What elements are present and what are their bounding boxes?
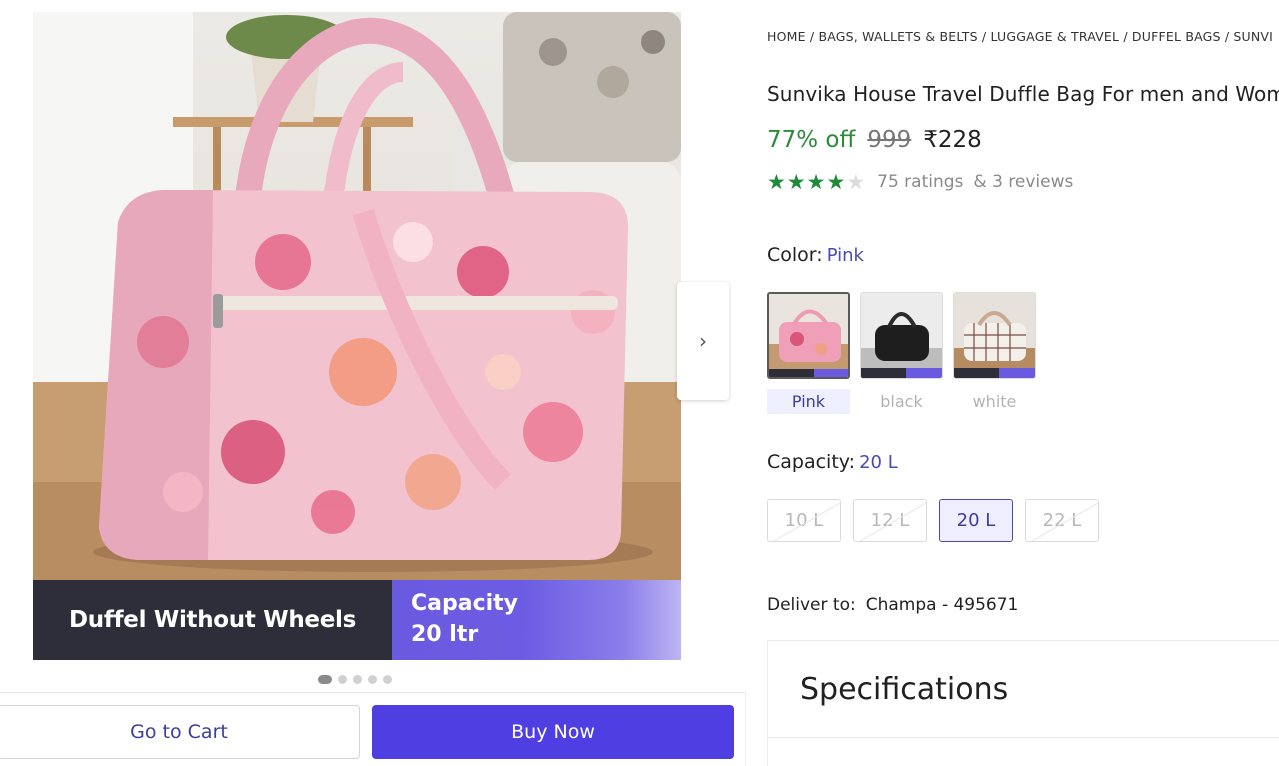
gallery-dot[interactable] [368,675,377,684]
reviews-count: & 3 reviews [973,172,1074,192]
action-bar: Go to Cart Buy Now [0,692,746,766]
deliver-label: Deliver to: [767,595,856,615]
star-filled-icon: ★ [786,170,806,194]
star-filled-icon: ★ [767,170,786,194]
capacity-label: Capacity: [767,451,856,473]
product-photo [33,12,681,580]
ratings-count: 75 ratings [877,172,964,192]
capacity-options: 10 L 12 L 20 L 22 L [767,499,1099,542]
original-price: 999 [867,127,912,153]
banner-type-label: Duffel Without Wheels [33,580,392,660]
color-swatch-black[interactable] [860,292,943,379]
delivery-location[interactable]: Deliver to: Champa - 495671 [767,595,1018,615]
star-empty-icon: ★ [846,170,866,194]
capacity-option[interactable]: 12 L [853,499,927,542]
next-image-button[interactable]: › [677,282,729,400]
delivery-pincode: Champa - 495671 [865,595,1019,615]
selected-capacity: 20 L [859,452,898,473]
color-option-label[interactable]: white [953,389,1036,414]
gallery-dot[interactable] [353,675,362,684]
color-label-row: Color: Pink [767,244,864,266]
selected-color: Pink [826,245,864,266]
color-swatch-labels: Pink black white [767,389,1036,414]
banner-capacity-title: Capacity [411,591,519,616]
gallery-dot[interactable] [383,675,392,684]
gallery-dot[interactable] [318,675,332,684]
color-option-label[interactable]: Pink [767,389,850,414]
capacity-option[interactable]: 22 L [1025,499,1099,542]
banner-capacity: Capacity 20 ltr [392,580,681,660]
gallery-dot[interactable] [338,675,347,684]
banner-capacity-value: 20 ltr [411,622,479,647]
discount-percent: 77% off [767,127,856,153]
color-swatches [767,292,1036,379]
capacity-option[interactable]: 20 L [939,499,1013,542]
color-label: Color: [767,244,823,266]
chevron-right-icon: › [699,329,707,353]
color-swatch-white[interactable] [953,292,1036,379]
capacity-option[interactable]: 10 L [767,499,841,542]
specifications-card: Specifications [767,640,1279,766]
star-filled-icon: ★ [806,170,826,194]
divider [768,737,1279,738]
star-rating: ★ ★ ★ ★ ★ [767,170,866,194]
selling-price: ₹228 [923,127,982,153]
gallery-dots [318,675,392,684]
image-banner: Duffel Without Wheels Capacity 20 ltr [33,580,681,660]
color-option-label[interactable]: black [860,389,943,414]
star-filled-icon: ★ [826,170,846,194]
product-title: Sunvika House Travel Duffle Bag For men … [767,82,1279,106]
rating-summary[interactable]: ★ ★ ★ ★ ★ 75 ratings & 3 reviews [767,170,1074,194]
capacity-label-row: Capacity: 20 L [767,451,898,473]
go-to-cart-button[interactable]: Go to Cart [0,705,360,759]
specifications-title: Specifications [800,672,1009,707]
price-block: 77% off 999 ₹228 [767,127,982,153]
product-image-gallery[interactable]: Duffel Without Wheels Capacity 20 ltr [33,12,681,660]
buy-now-button[interactable]: Buy Now [372,705,734,759]
breadcrumb[interactable]: HOME / BAGS, WALLETS & BELTS / LUGGAGE &… [767,29,1273,44]
color-swatch-pink[interactable] [767,292,850,379]
